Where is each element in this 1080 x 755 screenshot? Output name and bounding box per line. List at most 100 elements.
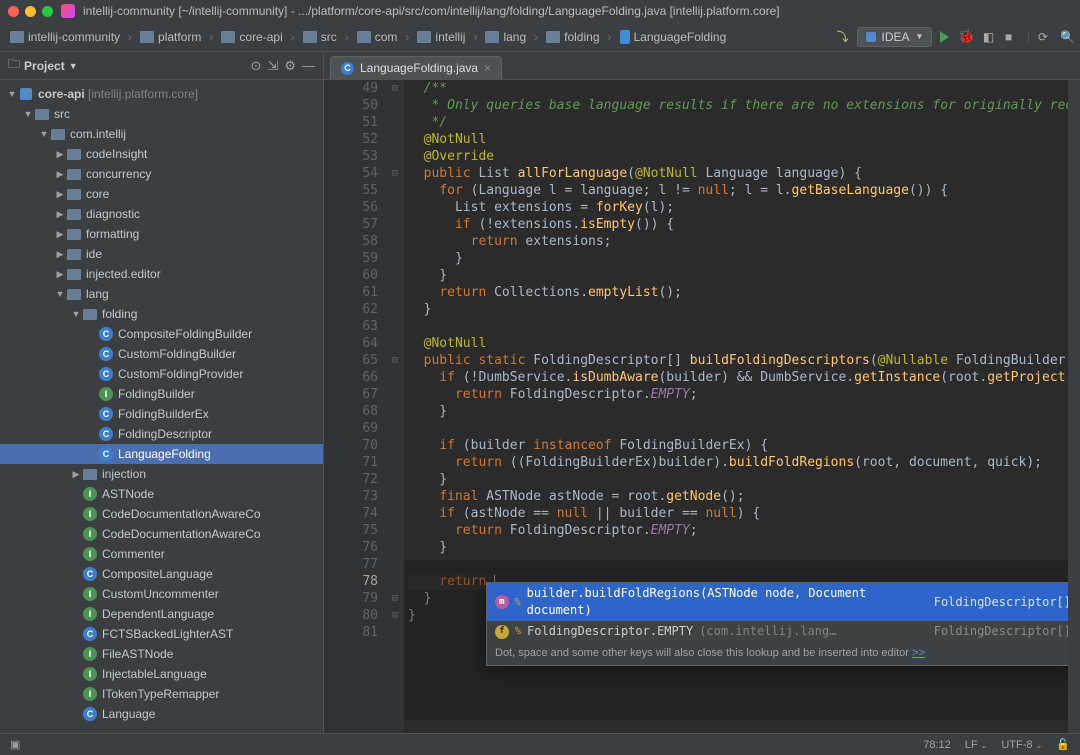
window-controls[interactable]	[8, 6, 53, 17]
method-icon: m	[495, 595, 509, 609]
completion-hint: Dot, space and some other keys will also…	[487, 642, 1068, 665]
tree-node-class[interactable]: CFoldingDescriptor	[0, 424, 323, 444]
caret-position[interactable]: 78:12	[923, 739, 951, 751]
tree-node-class[interactable]: IASTNode	[0, 484, 323, 504]
tree-node-folder[interactable]: concurrency	[0, 164, 323, 184]
completion-popup[interactable]: m % builder.buildFoldRegions(ASTNode nod…	[486, 582, 1068, 666]
tree-node-class[interactable]: IDependentLanguage	[0, 604, 323, 624]
completion-hint-link[interactable]: >>	[912, 647, 925, 659]
settings-icon[interactable]: ⚙	[284, 58, 296, 74]
stop-button[interactable]: ■	[1005, 30, 1019, 44]
status-bar: ▣ 78:12 LF ⌄ UTF-8 ⌄ 🔓	[0, 733, 1080, 755]
breadcrumb[interactable]: folding	[542, 28, 603, 46]
project-tree[interactable]: core-api [intellij.platform.core] src co…	[0, 80, 323, 733]
tree-node-class[interactable]: ICodeDocumentationAwareCo	[0, 504, 323, 524]
folder-icon	[357, 31, 371, 43]
breadcrumb[interactable]: intellij-community	[6, 28, 124, 46]
debug-button[interactable]: 🐞	[957, 28, 974, 45]
collapse-all-icon[interactable]: ⇲	[267, 58, 278, 74]
tree-node-folder[interactable]: lang	[0, 284, 323, 304]
tree-node-class[interactable]: IFoldingBuilder	[0, 384, 323, 404]
tree-node-class[interactable]: IITokenTypeRemapper	[0, 684, 323, 704]
editor-area: C LanguageFolding.java × 495051525354555…	[324, 52, 1080, 733]
tree-node-class[interactable]: CCustomFoldingBuilder	[0, 344, 323, 364]
project-tool-label[interactable]: 🗀 Project ▼	[8, 55, 78, 76]
build-icon[interactable]: ⤵	[836, 28, 848, 45]
breadcrumb[interactable]: intellij	[413, 28, 469, 46]
navigation-bar: intellij-community› platform› core-api› …	[0, 22, 1080, 52]
completion-item[interactable]: f % FoldingDescriptor.EMPTY (com.intelli…	[487, 621, 1068, 642]
hide-icon[interactable]: —	[302, 58, 315, 73]
class-icon: C	[341, 62, 354, 75]
folder-icon	[67, 189, 81, 200]
tree-node-class[interactable]: CFoldingBuilderEx	[0, 404, 323, 424]
folder-icon	[140, 31, 154, 43]
scroll-to-source-icon[interactable]: ⊙	[251, 58, 262, 74]
breadcrumb[interactable]: src	[299, 28, 341, 46]
breadcrumb[interactable]: lang	[481, 28, 530, 46]
close-window-icon[interactable]	[8, 6, 19, 17]
minimize-window-icon[interactable]	[25, 6, 36, 17]
project-tool-header: 🗀 Project ▼ ⊙ ⇲ ⚙ —	[0, 52, 323, 80]
completion-signature: builder.buildFoldRegions(ASTNode node, D…	[527, 585, 928, 619]
tree-node-class[interactable]: CCompositeLanguage	[0, 564, 323, 584]
interface-icon: I	[83, 527, 97, 541]
folder-icon	[67, 149, 81, 160]
zoom-window-icon[interactable]	[42, 6, 53, 17]
search-everywhere-button[interactable]: 🔍	[1060, 30, 1074, 44]
tree-node-class[interactable]: ICodeDocumentationAwareCo	[0, 524, 323, 544]
run-button[interactable]	[940, 31, 949, 43]
interface-icon: I	[83, 607, 97, 621]
fold-gutter[interactable]: ⊟⊟⊟⊟⊟	[386, 80, 404, 733]
class-icon: C	[99, 327, 113, 341]
editor-tab[interactable]: C LanguageFolding.java ×	[330, 56, 502, 79]
tree-node-folder[interactable]: formatting	[0, 224, 323, 244]
error-stripe[interactable]	[1068, 80, 1080, 733]
completion-return-type: FoldingDescriptor[]	[934, 594, 1068, 611]
tool-windows-toggle-icon[interactable]: ▣	[10, 738, 20, 751]
breadcrumb[interactable]: com	[353, 28, 402, 46]
tree-node-folder[interactable]: codeInsight	[0, 144, 323, 164]
folder-icon	[67, 169, 81, 180]
file-encoding[interactable]: UTF-8 ⌄	[1001, 739, 1042, 751]
tree-node-class[interactable]: CLanguage	[0, 704, 323, 724]
readonly-toggle-icon[interactable]: 🔓	[1056, 738, 1070, 751]
tree-node-folder[interactable]: com.intellij	[0, 124, 323, 144]
tree-node-folder[interactable]: ide	[0, 244, 323, 264]
tree-node-folder[interactable]: src	[0, 104, 323, 124]
tree-node-class[interactable]: IFileASTNode	[0, 644, 323, 664]
class-icon: C	[83, 567, 97, 581]
tree-node-class[interactable]: CFCTSBackedLighterAST	[0, 624, 323, 644]
line-separator[interactable]: LF ⌄	[965, 739, 988, 751]
tree-node-folder[interactable]: diagnostic	[0, 204, 323, 224]
tree-node-folder[interactable]: injected.editor	[0, 264, 323, 284]
close-icon[interactable]: ×	[484, 61, 491, 75]
line-gutter[interactable]: 4950515253545556575859606162636465666768…	[324, 80, 386, 733]
coverage-button[interactable]: ◧	[983, 30, 997, 44]
code-editor[interactable]: 4950515253545556575859606162636465666768…	[324, 80, 1080, 733]
breadcrumb[interactable]: platform	[136, 28, 205, 46]
tree-node-module[interactable]: core-api [intellij.platform.core]	[0, 84, 323, 104]
folder-icon	[35, 109, 49, 120]
interface-icon: I	[83, 507, 97, 521]
folder-icon	[83, 469, 97, 480]
code-content[interactable]: /** * Only queries base language results…	[404, 80, 1068, 733]
folder-icon	[67, 229, 81, 240]
folder-icon	[546, 31, 560, 43]
tree-node-class[interactable]: ICustomUncommenter	[0, 584, 323, 604]
completion-item[interactable]: m % builder.buildFoldRegions(ASTNode nod…	[487, 583, 1068, 621]
tree-node-folder[interactable]: folding	[0, 304, 323, 324]
tree-node-class[interactable]: ICommenter	[0, 544, 323, 564]
tree-node-folder[interactable]: injection	[0, 464, 323, 484]
update-project-button[interactable]: ⟳	[1038, 30, 1052, 44]
breadcrumb[interactable]: LanguageFolding	[616, 28, 731, 46]
module-icon	[20, 88, 32, 100]
tree-node-class[interactable]: CCompositeFoldingBuilder	[0, 324, 323, 344]
tree-node-folder[interactable]: core	[0, 184, 323, 204]
app-icon	[61, 4, 75, 18]
tree-node-class[interactable]: IInjectableLanguage	[0, 664, 323, 684]
run-config-select[interactable]: IDEA ▼	[857, 27, 933, 47]
breadcrumb[interactable]: core-api	[217, 28, 286, 46]
tree-node-class-selected[interactable]: CLanguageFolding	[0, 444, 323, 464]
tree-node-class[interactable]: CCustomFoldingProvider	[0, 364, 323, 384]
